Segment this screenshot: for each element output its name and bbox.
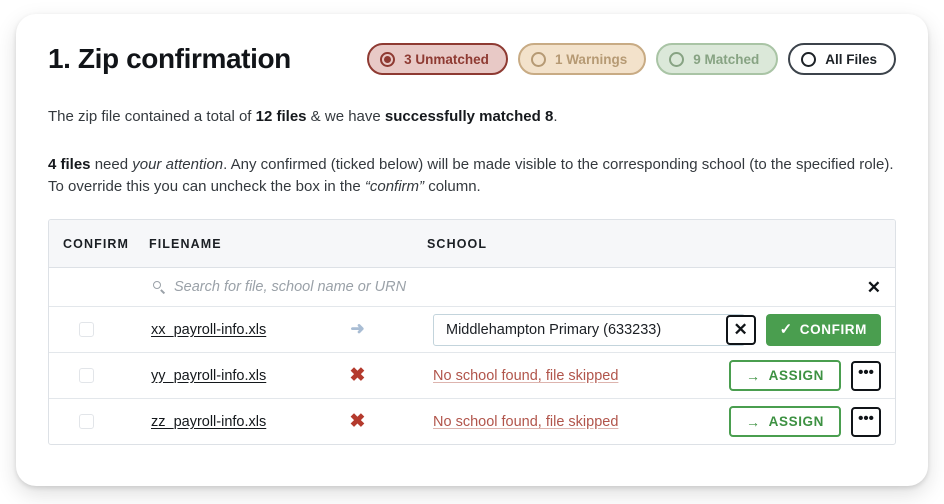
match-status-cell: ✖: [288, 399, 427, 445]
clear-search-button[interactable]: ✕: [867, 279, 881, 296]
matched-count: successfully matched 8: [384, 108, 554, 125]
table-row: zz_payroll-info.xls ✖ No school found, f…: [49, 399, 895, 445]
actions-cell: → ASSIGN •••: [725, 352, 895, 400]
x-mark-icon: ✖: [349, 410, 366, 432]
attention-count: 4 files: [48, 155, 91, 173]
summary-text-a: The zip file contained a total of: [48, 108, 256, 125]
check-icon: ✓: [779, 321, 793, 339]
column-header-filename: FILENAME: [149, 220, 427, 269]
filter-pill-label: 3 Unmatched: [404, 51, 489, 67]
filename-link[interactable]: zz_payroll-info.xls: [151, 414, 266, 430]
match-status-cell: ➜: [288, 306, 427, 354]
school-select[interactable]: Middlehampton Primary (633233) ▾: [433, 313, 745, 346]
card-header: 1. Zip confirmation 3 Unmatched 1 Warnin…: [48, 34, 896, 84]
radio-icon: [669, 51, 685, 67]
filter-pill-label: 1 Warnings: [554, 51, 628, 67]
assign-button-label: ASSIGN: [768, 368, 824, 384]
search-row-cell: ✕: [149, 267, 895, 308]
files-table-head: CONFIRM FILENAME SCHOOL: [49, 220, 895, 269]
assign-button[interactable]: → ASSIGN: [729, 406, 841, 438]
confirm-column-reference: “confirm”: [364, 177, 425, 195]
row-actions: ✕ ✓ CONFIRM: [725, 313, 881, 346]
search-row: ✕: [49, 267, 895, 308]
attention-text-c: column.: [424, 177, 481, 195]
screen: 1. Zip confirmation 3 Unmatched 1 Warnin…: [0, 0, 944, 504]
files-table: CONFIRM FILENAME SCHOOL Search for file,…: [49, 220, 895, 444]
radio-icon: [380, 51, 396, 67]
arrow-right-icon: →: [746, 367, 761, 384]
filter-pill-label: All Files: [825, 51, 877, 67]
school-cell: No school found, file skipped: [427, 399, 725, 445]
row-actions: → ASSIGN •••: [725, 360, 881, 392]
filename-cell: xx_payroll-info.xls: [149, 306, 288, 354]
files-table-container: CONFIRM FILENAME SCHOOL Search for file,…: [48, 219, 896, 446]
filename-link[interactable]: yy_payroll-info.xls: [151, 368, 266, 384]
table-row: yy_payroll-info.xls ✖ No school found, f…: [49, 352, 895, 400]
school-cell: Middlehampton Primary (633233) ▾: [427, 306, 745, 354]
reject-button[interactable]: ✕: [725, 314, 756, 345]
more-options-button[interactable]: •••: [851, 360, 881, 391]
summary-text-b: & we have: [306, 108, 385, 125]
radio-icon: [530, 51, 546, 67]
table-row: xx_payroll-info.xls ➜ Middlehampton Prim…: [49, 306, 895, 354]
search-input[interactable]: [174, 279, 504, 296]
x-mark-icon: ✖: [349, 364, 366, 386]
page-title: 1. Zip confirmation: [48, 43, 291, 74]
filter-pill-all-files[interactable]: All Files: [788, 43, 896, 75]
attention-emphasis: your attention: [132, 155, 224, 173]
confirm-checkbox[interactable]: [79, 322, 94, 338]
filename-link[interactable]: xx_payroll-info.xls: [151, 322, 266, 338]
confirm-cell: [49, 306, 149, 354]
filename-cell: zz_payroll-info.xls: [149, 399, 288, 445]
filter-pill-label: 9 Matched: [693, 51, 760, 67]
total-files-count: 12 files: [255, 108, 307, 125]
school-cell: No school found, file skipped: [427, 352, 725, 400]
more-options-button[interactable]: •••: [851, 406, 881, 437]
attention-paragraph: 4 files need your attention. Any confirm…: [48, 154, 896, 198]
match-status-cell: ✖: [288, 352, 427, 400]
row-actions: → ASSIGN •••: [725, 406, 881, 438]
column-header-school: SCHOOL: [427, 220, 725, 269]
attention-text-a: need: [90, 155, 133, 173]
confirm-button-label: CONFIRM: [799, 322, 867, 338]
no-school-message[interactable]: No school found, file skipped: [433, 414, 618, 430]
confirm-cell: [49, 352, 149, 400]
card-content: 1. Zip confirmation 3 Unmatched 1 Warnin…: [48, 34, 896, 446]
filter-pill-matched[interactable]: 9 Matched: [656, 43, 779, 75]
actions-cell: ✕ ✓ CONFIRM: [725, 306, 895, 354]
assign-button[interactable]: → ASSIGN: [729, 360, 841, 392]
confirm-checkbox[interactable]: [79, 368, 94, 384]
search-icon: [153, 280, 166, 294]
filename-cell: yy_payroll-info.xls: [149, 352, 288, 400]
zip-confirmation-card: 1. Zip confirmation 3 Unmatched 1 Warnin…: [16, 14, 928, 486]
radio-icon: [801, 51, 817, 67]
table-header-row: CONFIRM FILENAME SCHOOL: [49, 220, 895, 269]
filter-pill-group: 3 Unmatched 1 Warnings 9 Matched All Fil…: [367, 43, 896, 75]
column-header-actions: [725, 220, 895, 269]
assign-button-label: ASSIGN: [768, 414, 824, 430]
school-select-value: Middlehampton Primary (633233): [446, 321, 662, 338]
search-bar: ✕: [149, 279, 895, 296]
column-header-confirm: CONFIRM: [49, 220, 149, 269]
confirm-cell: [49, 399, 149, 445]
arrow-right-icon: →: [746, 413, 761, 430]
summary-paragraph: The zip file contained a total of 12 fil…: [48, 106, 896, 128]
actions-cell: → ASSIGN •••: [725, 399, 895, 445]
files-table-body: ✕ xx_payroll-info.xls: [49, 267, 895, 445]
no-school-message[interactable]: No school found, file skipped: [433, 368, 618, 384]
arrow-right-icon: ➜: [350, 319, 365, 339]
filter-pill-unmatched[interactable]: 3 Unmatched: [367, 43, 508, 75]
summary-text-c: .: [553, 108, 558, 125]
confirm-button[interactable]: ✓ CONFIRM: [765, 313, 881, 346]
confirm-checkbox[interactable]: [79, 414, 94, 430]
search-row-spacer: [49, 267, 149, 308]
filter-pill-warnings[interactable]: 1 Warnings: [517, 43, 647, 75]
